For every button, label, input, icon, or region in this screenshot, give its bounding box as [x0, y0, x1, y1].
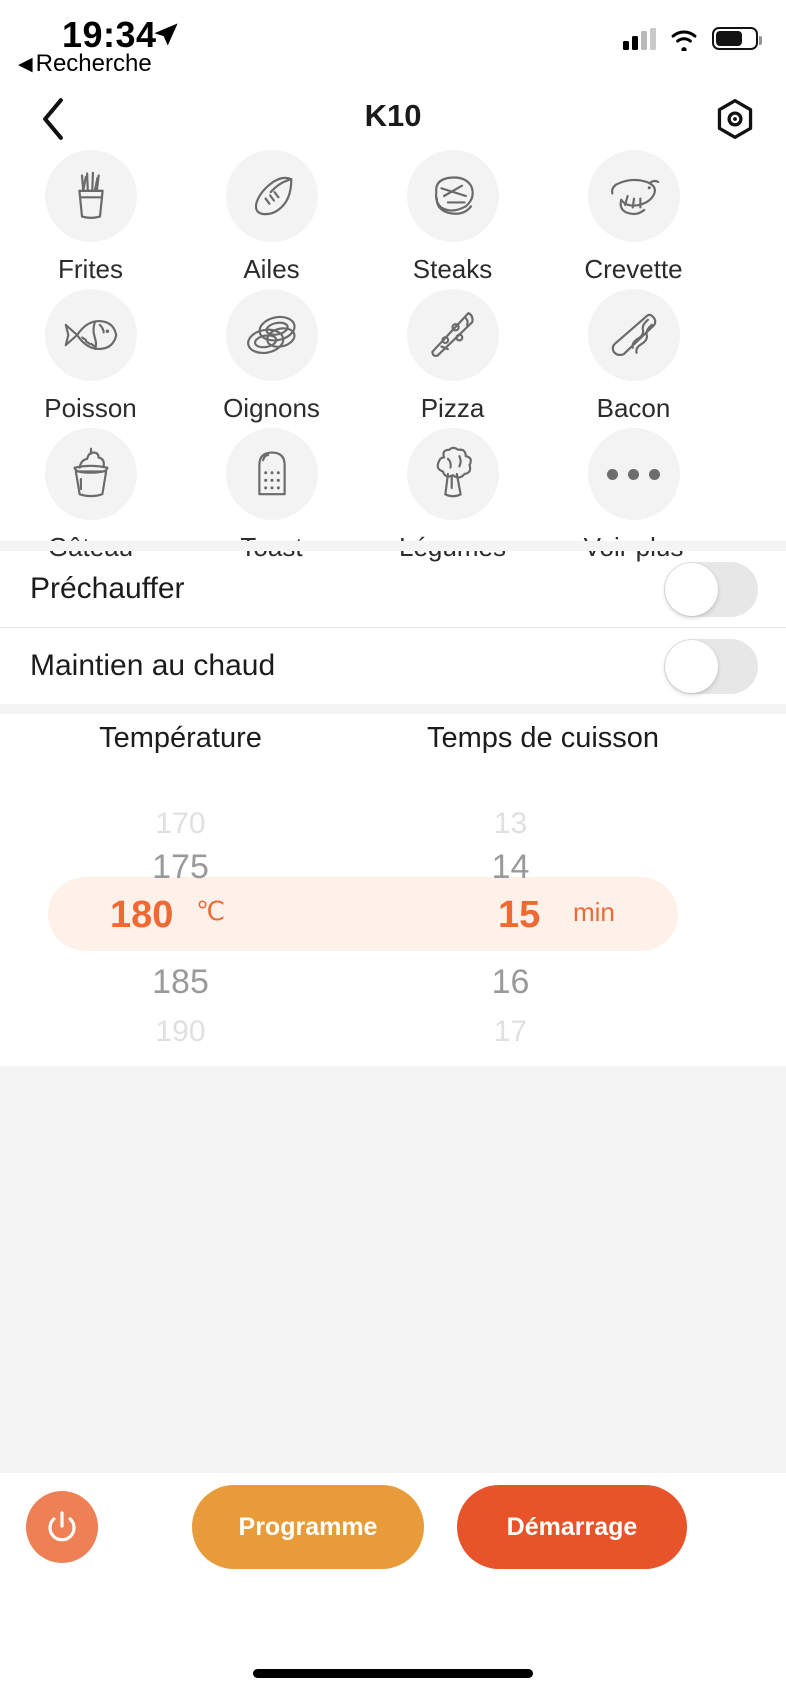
- picker-row-far-below[interactable]: 190 17: [0, 1004, 786, 1059]
- program-button[interactable]: Programme: [192, 1485, 424, 1569]
- status-bar: 19:34 ◀ Recherche: [0, 0, 786, 90]
- preset-pizza[interactable]: Pizza: [362, 289, 543, 421]
- preset-icon-disc: [44, 289, 137, 381]
- toggle-knob: [665, 639, 718, 693]
- preset-crevette[interactable]: Crevette: [543, 150, 724, 282]
- bread-slice-icon: [257, 451, 286, 496]
- broccoli-icon: [436, 446, 472, 498]
- content-filler-area: [0, 1066, 786, 1473]
- battery-icon: [712, 27, 762, 50]
- more-dots-icon: [607, 468, 660, 480]
- cooking-picker: Température Temps de cuisson 170 13 175 …: [0, 722, 786, 1062]
- temperature-selected-value[interactable]: 180: [110, 894, 173, 937]
- preset-label: Frites: [58, 254, 123, 284]
- preset-icon-disc: [44, 150, 137, 242]
- chicken-wing-icon: [254, 176, 292, 216]
- navigation-bar: K10: [0, 88, 786, 150]
- preset-label: Bacon: [596, 393, 671, 423]
- picker-row-selected[interactable]: 180 ℃ 15 min: [0, 890, 786, 940]
- keep-warm-row[interactable]: Maintien au chaud: [0, 628, 786, 704]
- preset-label: Steaks: [412, 254, 493, 284]
- section-divider-presets: [0, 541, 786, 551]
- preset-icon-disc: [406, 428, 499, 520]
- preset-label: Poisson: [44, 393, 137, 423]
- cooking-time-header: Temps de cuisson: [426, 722, 660, 754]
- temperature-option[interactable]: 190: [48, 1015, 313, 1049]
- toggle-knob: [665, 562, 718, 616]
- preheat-toggle[interactable]: [664, 561, 758, 617]
- cooking-time-option[interactable]: 17: [378, 1015, 643, 1049]
- hexagon-settings-icon: [717, 99, 753, 139]
- preset-icon-disc: [225, 289, 318, 381]
- cooking-time-selected-value[interactable]: 15: [498, 894, 540, 937]
- steak-icon: [434, 176, 474, 215]
- start-button-label: Démarrage: [506, 1512, 638, 1541]
- return-to-search-link[interactable]: ◀ Recherche: [18, 50, 152, 78]
- temperature-option[interactable]: 170: [48, 807, 313, 841]
- bacon-icon: [611, 313, 656, 357]
- temperature-option[interactable]: 175: [48, 848, 313, 887]
- preset-label: Pizza: [420, 393, 485, 423]
- fries-icon: [77, 171, 104, 219]
- preset-frites[interactable]: Frites: [0, 150, 181, 282]
- location-arrow-icon: [154, 23, 178, 46]
- preset-icon-disc: [587, 150, 680, 242]
- section-divider-toggles: [0, 704, 786, 714]
- preset-label: Crevette: [584, 254, 683, 284]
- preset-icon-disc: [406, 150, 499, 242]
- cellular-signal-icon: [623, 27, 656, 50]
- picker-row-above[interactable]: 175 14: [0, 840, 786, 895]
- cooking-time-option[interactable]: 13: [378, 807, 643, 841]
- preset-icon-disc: [406, 289, 499, 381]
- picker-wheels[interactable]: 170 13 175 14 180 ℃ 15 min 185 16 190 17: [0, 782, 786, 1048]
- keep-warm-toggle[interactable]: [664, 638, 758, 694]
- preheat-label: Préchauffer: [30, 572, 185, 605]
- preheat-row[interactable]: Préchauffer: [0, 551, 786, 627]
- settings-button[interactable]: [710, 94, 760, 144]
- preset-icon-disc: [225, 428, 318, 520]
- back-triangle-icon: ◀: [18, 54, 33, 75]
- preset-steaks[interactable]: Steaks: [362, 150, 543, 282]
- preset-icon-disc: [225, 150, 318, 242]
- preset-ailes[interactable]: Ailes: [181, 150, 362, 282]
- temperature-option[interactable]: 185: [48, 963, 313, 1002]
- wifi-icon: [671, 30, 697, 51]
- picker-row-below[interactable]: 185 16: [0, 955, 786, 1010]
- start-button[interactable]: Démarrage: [457, 1485, 687, 1569]
- app-screen: 19:34 ◀ Recherche K10 Frites Ailes Steak…: [0, 0, 786, 1700]
- back-app-label: Recherche: [35, 50, 152, 77]
- preset-icon-disc: [587, 289, 680, 381]
- preset-label: Oignons: [223, 393, 320, 423]
- preset-oignons[interactable]: Oignons: [181, 289, 362, 421]
- preset-icon-disc: [44, 428, 137, 520]
- preset-icon-disc: [587, 428, 680, 520]
- page-title: K10: [364, 98, 422, 133]
- preset-bacon[interactable]: Bacon: [543, 289, 724, 421]
- cooking-time-option[interactable]: 16: [378, 963, 643, 1002]
- home-indicator[interactable]: [253, 1669, 533, 1678]
- temperature-unit: ℃: [196, 896, 226, 926]
- pizza-slice-icon: [430, 312, 474, 357]
- status-bar-indicators: [623, 26, 762, 51]
- action-bar: Programme Démarrage: [0, 1473, 786, 1700]
- power-button[interactable]: [26, 1491, 98, 1563]
- cooking-time-unit: min: [573, 897, 615, 927]
- picker-headers: Température Temps de cuisson: [0, 722, 786, 782]
- keep-warm-label: Maintien au chaud: [30, 649, 276, 682]
- power-icon: [48, 1511, 76, 1542]
- onion-rings-icon: [246, 315, 296, 354]
- temperature-header: Température: [99, 722, 262, 754]
- preset-label: Ailes: [243, 254, 300, 284]
- preset-poisson[interactable]: Poisson: [0, 289, 181, 421]
- shrimp-icon: [610, 178, 659, 216]
- fish-icon: [64, 319, 117, 351]
- preset-grid: Frites Ailes Steaks Crevette Poisson Oig…: [0, 150, 786, 581]
- cupcake-icon: [73, 447, 108, 498]
- cooking-time-option[interactable]: 14: [378, 848, 643, 887]
- program-button-label: Programme: [238, 1512, 378, 1541]
